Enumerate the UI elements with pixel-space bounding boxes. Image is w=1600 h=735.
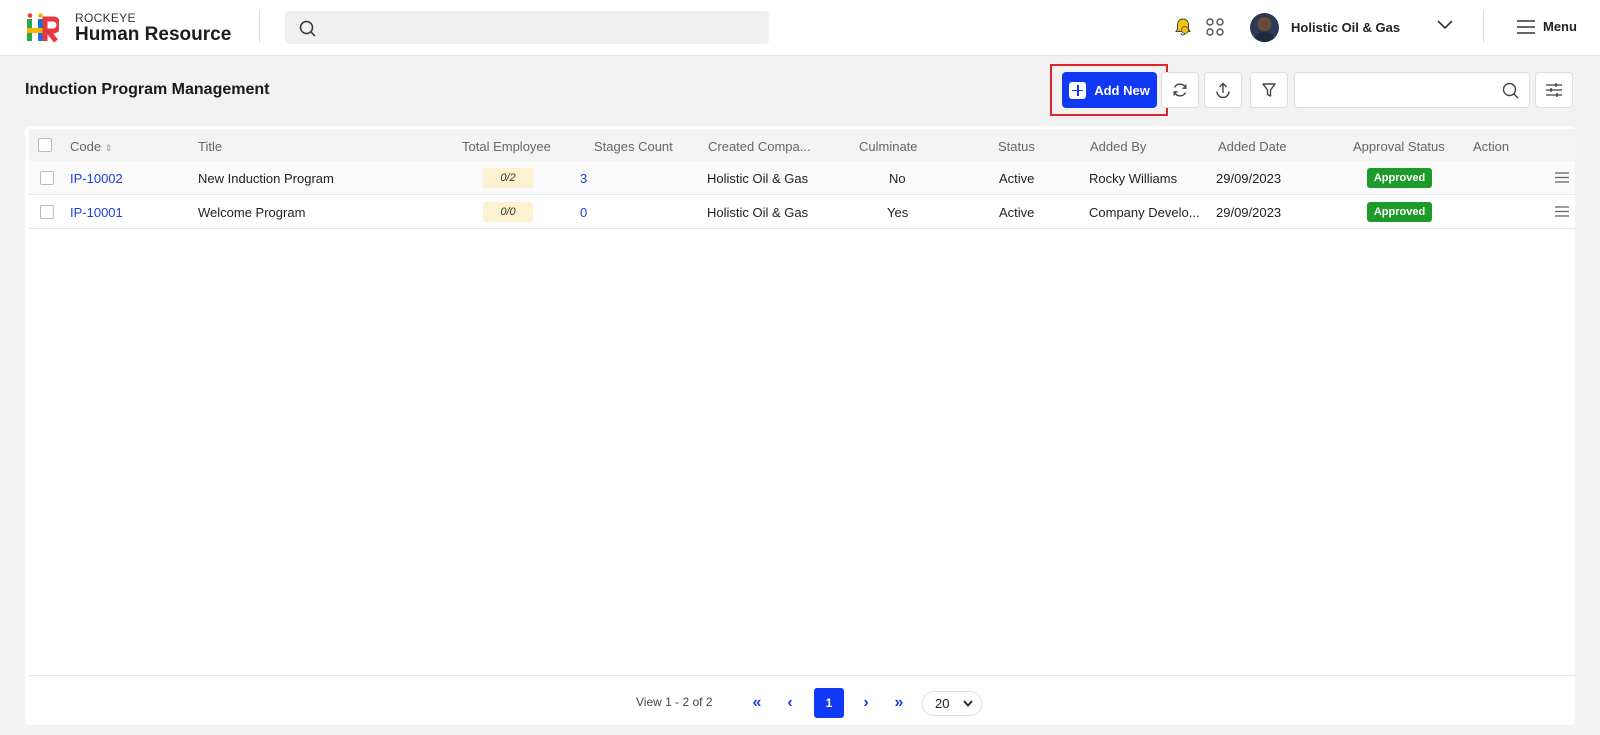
search-icon xyxy=(299,20,316,37)
column-header-action: Action xyxy=(1473,139,1510,154)
prev-page-button[interactable]: ‹ xyxy=(775,688,805,718)
menu-label: Menu xyxy=(1543,19,1577,34)
row-culminate: Yes xyxy=(887,205,909,220)
row-action-menu-icon[interactable] xyxy=(1555,172,1569,183)
add-new-label: Add New xyxy=(1094,82,1150,98)
search-icon[interactable] xyxy=(1502,82,1519,99)
column-header-status[interactable]: Status xyxy=(998,139,1035,154)
add-new-button[interactable]: Add New xyxy=(1062,72,1157,108)
export-button[interactable] xyxy=(1204,72,1242,108)
hr-logo[interactable] xyxy=(27,13,59,43)
brand-subtitle: ROCKEYE xyxy=(75,11,136,25)
first-page-button[interactable]: « xyxy=(742,688,772,718)
hamburger-icon xyxy=(1517,19,1535,34)
next-page-button[interactable]: › xyxy=(851,688,881,718)
approval-status-badge: Approved xyxy=(1367,202,1432,222)
row-added-by: Company Develo... xyxy=(1089,205,1200,220)
table-card: Code ⇕ Title Total Employee Stages Count… xyxy=(25,126,1575,725)
stages-count-link[interactable]: 3 xyxy=(580,171,587,186)
table-search-input[interactable] xyxy=(1303,73,1493,107)
refresh-icon xyxy=(1173,83,1187,97)
row-added-date: 29/09/2023 xyxy=(1216,171,1282,186)
column-header-added-by[interactable]: Added By xyxy=(1090,139,1146,154)
row-added-by: Rocky Williams xyxy=(1089,171,1178,186)
pagination-bar: View 1 - 2 of 2 « ‹ 1 › » 20 xyxy=(29,675,1575,725)
notification-bell-icon[interactable] xyxy=(1174,17,1192,37)
table-row[interactable]: IP-10002 New Induction Program 0/2 3 Hol… xyxy=(29,161,1575,195)
total-employee-pill: 0/2 xyxy=(483,168,533,188)
stages-count-link[interactable]: 0 xyxy=(580,205,587,220)
menu-button[interactable]: Menu xyxy=(1517,19,1577,34)
column-header-stages-count[interactable]: Stages Count xyxy=(594,139,673,154)
page-button-current[interactable]: 1 xyxy=(814,688,844,718)
apps-grid-icon[interactable] xyxy=(1206,18,1224,36)
brand-title: Human Resource xyxy=(75,24,232,45)
column-header-title[interactable]: Title xyxy=(198,139,222,154)
refresh-button[interactable] xyxy=(1161,72,1199,108)
table-row[interactable]: IP-10001 Welcome Program 0/0 0 Holistic … xyxy=(29,195,1575,229)
sliders-icon xyxy=(1546,83,1562,97)
table-header: Code ⇕ Title Total Employee Stages Count… xyxy=(29,129,1575,161)
row-title: New Induction Program xyxy=(198,171,334,186)
row-culminate: No xyxy=(889,171,906,186)
row-status: Active xyxy=(999,205,1035,220)
table-search[interactable] xyxy=(1294,72,1530,108)
last-page-button[interactable]: » xyxy=(884,688,914,718)
page-title: Induction Program Management xyxy=(25,81,270,98)
column-header-approval-status[interactable]: Approval Status xyxy=(1353,139,1445,154)
page-size-select[interactable]: 20 xyxy=(922,691,982,716)
chevron-down-icon xyxy=(963,700,973,707)
divider xyxy=(259,11,260,43)
filter-button[interactable] xyxy=(1250,72,1288,108)
company-name[interactable]: Holistic Oil & Gas xyxy=(1291,20,1400,35)
column-header-created-company[interactable]: Created Compa... xyxy=(708,139,811,154)
user-avatar[interactable] xyxy=(1250,13,1279,42)
row-action-menu-icon[interactable] xyxy=(1555,206,1569,217)
row-company: Holistic Oil & Gas xyxy=(707,205,809,220)
chevron-down-icon[interactable] xyxy=(1437,20,1453,30)
column-header-added-date[interactable]: Added Date xyxy=(1218,139,1287,154)
row-code-link[interactable]: IP-10002 xyxy=(70,171,123,186)
global-search-input[interactable] xyxy=(329,11,759,44)
column-header-code[interactable]: Code ⇕ xyxy=(70,139,112,154)
view-range-text: View 1 - 2 of 2 xyxy=(636,695,713,709)
upload-icon xyxy=(1216,82,1230,98)
column-header-total-employee[interactable]: Total Employee xyxy=(462,139,551,154)
row-checkbox[interactable] xyxy=(40,171,54,185)
global-search[interactable] xyxy=(285,11,769,44)
approval-status-badge: Approved xyxy=(1367,168,1432,188)
column-header-culminate[interactable]: Culminate xyxy=(859,139,918,154)
row-company: Holistic Oil & Gas xyxy=(707,171,809,186)
total-employee-pill: 0/0 xyxy=(483,202,533,222)
row-title: Welcome Program xyxy=(198,205,306,220)
page-size-value: 20 xyxy=(935,696,950,711)
row-status: Active xyxy=(999,171,1035,186)
filter-icon xyxy=(1262,83,1276,97)
row-checkbox[interactable] xyxy=(40,205,54,219)
divider xyxy=(1483,11,1484,43)
row-added-date: 29/09/2023 xyxy=(1216,205,1282,220)
top-bar: ROCKEYE Human Resource Holistic Oil & Ga… xyxy=(0,0,1600,56)
column-settings-button[interactable] xyxy=(1535,72,1573,108)
plus-icon xyxy=(1069,81,1087,99)
row-code-link[interactable]: IP-10001 xyxy=(70,205,123,220)
select-all-checkbox[interactable] xyxy=(38,138,52,152)
